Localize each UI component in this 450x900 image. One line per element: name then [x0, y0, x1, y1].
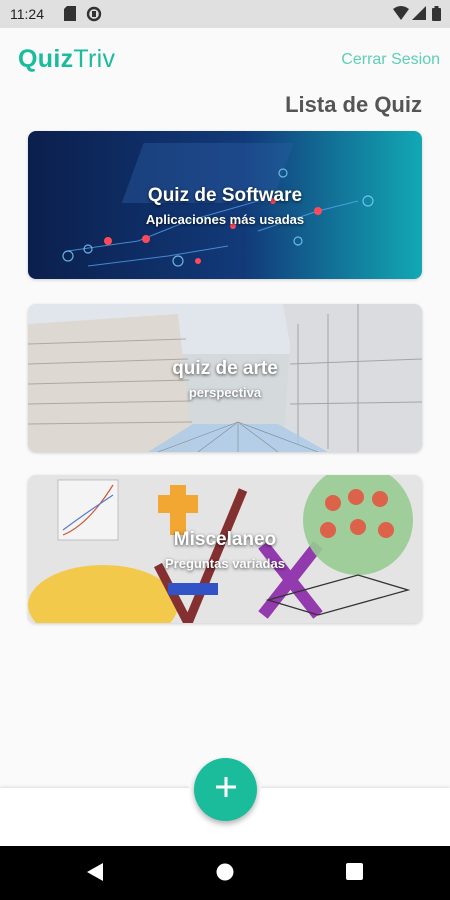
app-logo: QuizTriv: [18, 45, 115, 73]
back-triangle-icon[interactable]: [87, 863, 103, 886]
quiz-card-text: Miscelaneo Preguntas variadas: [28, 475, 422, 623]
status-time: 11:24: [10, 6, 44, 22]
status-bar: 11:24: [0, 0, 450, 28]
app-header: QuizTriv Cerrar Sesion: [0, 28, 450, 88]
quiz-card-title: Quiz de Software: [147, 184, 303, 206]
sync-icon: [86, 6, 102, 25]
wifi-icon: [393, 6, 409, 23]
plus-icon: [215, 776, 237, 803]
quiz-card-subtitle: Aplicaciones más usadas: [145, 211, 305, 227]
quiz-card-art[interactable]: quiz de arte perspectiva: [28, 304, 422, 452]
quiz-card-text: quiz de arte perspectiva: [28, 304, 422, 452]
logo-triv-text: Triv: [73, 45, 116, 73]
quiz-card-subtitle: Preguntas variadas: [165, 555, 285, 571]
quiz-card-title: quiz de arte: [172, 357, 278, 379]
page-title: Lista de Quiz: [285, 92, 422, 117]
add-quiz-button[interactable]: [194, 758, 257, 821]
quiz-card-misc[interactable]: Miscelaneo Preguntas variadas: [28, 475, 422, 623]
quiz-card-title: Miscelaneo: [173, 528, 277, 550]
logo-quiz-text: Quiz: [18, 45, 74, 73]
signal-icon: [412, 6, 426, 23]
battery-icon: [432, 6, 441, 24]
sd-card-icon: [64, 6, 76, 24]
system-nav-bar: [0, 846, 450, 900]
quiz-card-subtitle: perspectiva: [188, 384, 262, 400]
quiz-card-software[interactable]: Quiz de Software Aplicaciones más usadas: [28, 131, 422, 279]
quiz-card-text: Quiz de Software Aplicaciones más usadas: [28, 131, 422, 279]
logout-button[interactable]: Cerrar Sesion: [341, 51, 440, 69]
recents-square-icon[interactable]: [346, 863, 363, 885]
home-circle-icon[interactable]: [216, 863, 234, 886]
